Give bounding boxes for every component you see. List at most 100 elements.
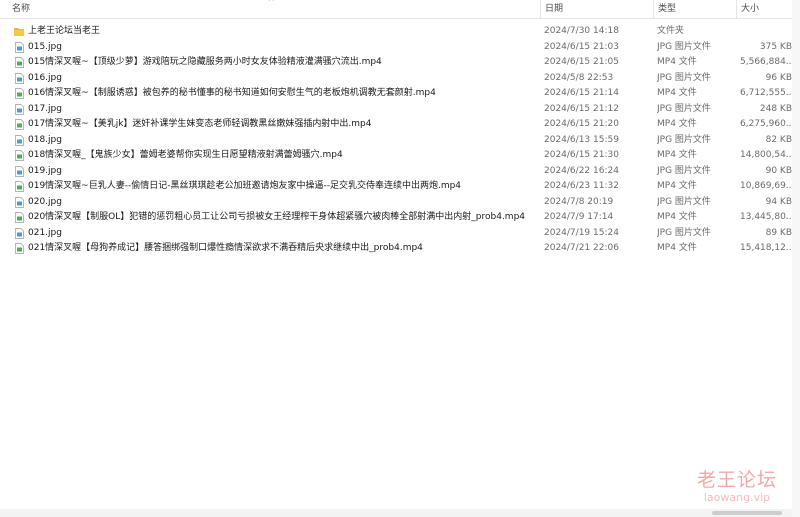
- file-size: 15,418,12...: [740, 243, 792, 253]
- mp4-file-icon: [14, 241, 24, 257]
- mp4-file-icon: [14, 148, 24, 164]
- file-name: 021情深叉喔【母狗养成记】腰答捆绑强制口爆性瘾情深欲求不满吞精后央求继续中出_…: [28, 243, 423, 253]
- jpg-file-icon: [14, 133, 24, 149]
- file-type: MP4 文件: [657, 181, 697, 191]
- file-size: 10,869,69...: [740, 181, 792, 191]
- file-row[interactable]: 上老王论坛当老王 2024/7/30 14:18 文件夹: [0, 24, 790, 40]
- file-row[interactable]: 015.jpg 2024/6/15 21:03 JPG 图片文件 375 KB: [0, 40, 792, 56]
- file-size: 90 KB: [765, 165, 792, 176]
- file-row[interactable]: 021.jpg 2024/7/19 15:24 JPG 图片文件 89 KB: [0, 226, 792, 242]
- file-name: 021.jpg: [28, 227, 62, 238]
- watermark-url: laowang.vip: [703, 491, 771, 504]
- file-row[interactable]: 021情深叉喔【母狗养成记】腰答捆绑强制口爆性瘾情深欲求不满吞精后央求继续中出_…: [0, 241, 792, 257]
- file-type: JPG 图片文件: [657, 165, 711, 176]
- column-header-date[interactable]: 日期: [540, 0, 653, 18]
- file-type: JPG 图片文件: [657, 41, 711, 52]
- file-type: JPG 图片文件: [657, 72, 711, 83]
- file-name: 017.jpg: [28, 103, 62, 114]
- file-list: 上老王论坛当老王 2024/7/30 14:18 文件夹 015.jpg 2024/6/…: [0, 24, 792, 257]
- horizontal-scrollbar-thumb[interactable]: [712, 511, 782, 515]
- file-name: 020情深叉喔【制服OL】犯错的惩罚粗心员工让公司亏损被女王经理榨干身体超紧骚穴…: [28, 212, 526, 222]
- file-type: JPG 图片文件: [657, 103, 711, 114]
- sort-ascending-icon: ^: [268, 0, 275, 6]
- file-row[interactable]: 018情深叉喔_【鬼族少女】蕾姆老婆帮你实现生日愿望精液射满蕾姆骚穴.mp4 20…: [0, 148, 792, 164]
- column-header-type[interactable]: 类型: [653, 0, 736, 18]
- file-name: 016情深叉喔~【制服诱惑】被包养的秘书懂事的秘书知道如何安慰生气的老板炮机调教…: [28, 88, 436, 98]
- watermark-text: 老王论坛: [696, 469, 777, 491]
- file-date: 2024/5/8 22:53: [544, 72, 614, 83]
- jpg-file-icon: [14, 71, 24, 87]
- file-type: JPG 图片文件: [657, 134, 711, 145]
- file-type: JPG 图片文件: [657, 227, 711, 238]
- column-header-size[interactable]: 大小: [736, 0, 792, 18]
- file-date: 2024/6/15 21:20: [544, 119, 619, 129]
- file-date: 2024/6/15 21:03: [544, 41, 619, 52]
- file-size: 82 KB: [765, 134, 792, 145]
- file-date: 2024/6/15 21:05: [544, 57, 619, 67]
- file-size: [740, 24, 792, 40]
- file-row[interactable]: 015情深叉喔~【顶级少萝】游戏陪玩之隐藏服务两小时女友体验精液灌满骚穴流出.m…: [0, 55, 792, 71]
- file-size: 13,445,80...: [740, 212, 792, 222]
- file-type: MP4 文件: [657, 243, 697, 253]
- file-size: 89 KB: [765, 227, 792, 238]
- jpg-file-icon: [14, 40, 24, 56]
- file-row[interactable]: 017情深叉喔~【美乳jk】迷奸补课学生妹变态老师轻调教黑丝嫩妹强插内射中出.m…: [0, 117, 792, 133]
- vertical-scrollbar[interactable]: [792, 0, 800, 517]
- file-date: 2024/6/22 16:24: [544, 165, 619, 176]
- file-size: 375 KB: [759, 41, 792, 52]
- mp4-file-icon: [14, 55, 24, 71]
- file-row[interactable]: 020.jpg 2024/7/8 20:19 JPG 图片文件 94 KB: [0, 195, 792, 211]
- file-name: 018情深叉喔_【鬼族少女】蕾姆老婆帮你实现生日愿望精液射满蕾姆骚穴.mp4: [28, 150, 343, 160]
- jpg-file-icon: [14, 195, 24, 211]
- file-name: 020.jpg: [28, 196, 62, 207]
- file-row[interactable]: 020情深叉喔【制服OL】犯错的惩罚粗心员工让公司亏损被女王经理榨干身体超紧骚穴…: [0, 210, 792, 226]
- file-row[interactable]: 017.jpg 2024/6/15 21:12 JPG 图片文件 248 KB: [0, 102, 792, 118]
- file-size: 248 KB: [759, 103, 792, 114]
- jpg-file-icon: [14, 102, 24, 118]
- file-name: 016.jpg: [28, 72, 62, 83]
- file-row[interactable]: 018.jpg 2024/6/13 15:59 JPG 图片文件 82 KB: [0, 133, 792, 149]
- jpg-file-icon: [14, 226, 24, 242]
- file-row[interactable]: 016情深叉喔~【制服诱惑】被包养的秘书懂事的秘书知道如何安慰生气的老板炮机调教…: [0, 86, 792, 102]
- horizontal-scrollbar[interactable]: [0, 509, 792, 517]
- file-size: 14,800,54...: [740, 150, 792, 160]
- file-name: 018.jpg: [28, 134, 62, 145]
- file-size: 6,275,960...: [740, 119, 792, 129]
- file-type: MP4 文件: [657, 88, 697, 98]
- file-date: 2024/7/8 20:19: [544, 196, 614, 207]
- file-type: MP4 文件: [657, 119, 697, 129]
- mp4-file-icon: [14, 179, 24, 195]
- file-type: MP4 文件: [657, 212, 697, 222]
- file-date: 2024/7/19 15:24: [544, 227, 619, 238]
- jpg-file-icon: [14, 164, 24, 180]
- file-type: JPG 图片文件: [657, 196, 711, 207]
- file-type: MP4 文件: [657, 57, 697, 67]
- file-date: 2024/6/15 21:30: [544, 150, 619, 160]
- mp4-file-icon: [14, 86, 24, 102]
- file-name: 017情深叉喔~【美乳jk】迷奸补课学生妹变态老师轻调教黑丝嫩妹强插内射中出.m…: [28, 119, 372, 129]
- file-size: 5,566,884...: [740, 57, 792, 67]
- mp4-file-icon: [14, 117, 24, 133]
- file-date: 2024/6/15 21:14: [544, 88, 619, 98]
- file-date: 2024/7/9 17:14: [544, 212, 614, 222]
- watermark: 老王论坛 laowang.vip: [692, 469, 782, 504]
- file-name: 019情深叉喔~巨乳人妻--偷情日记-黑丝琪琪趁老公加班邀请炮友家中操逼--足交…: [28, 181, 462, 191]
- file-type: 文件夹: [657, 26, 685, 36]
- file-date: 2024/7/30 14:18: [544, 26, 619, 36]
- file-name: 019.jpg: [28, 165, 62, 176]
- mp4-file-icon: [14, 210, 24, 226]
- file-date: 2024/6/23 11:32: [544, 181, 619, 191]
- file-row[interactable]: 019情深叉喔~巨乳人妻--偷情日记-黑丝琪琪趁老公加班邀请炮友家中操逼--足交…: [0, 179, 792, 195]
- file-date: 2024/6/13 15:59: [544, 134, 619, 145]
- file-date: 2024/7/21 22:06: [544, 243, 619, 253]
- file-size: 6,712,555...: [740, 88, 792, 98]
- file-row[interactable]: 019.jpg 2024/6/22 16:24 JPG 图片文件 90 KB: [0, 164, 792, 180]
- folder-icon: [14, 24, 24, 40]
- file-row[interactable]: 016.jpg 2024/5/8 22:53 JPG 图片文件 96 KB: [0, 71, 792, 87]
- column-header-bar: 名称 ^ 日期 类型 大小: [0, 0, 800, 19]
- file-name: 015情深叉喔~【顶级少萝】游戏陪玩之隐藏服务两小时女友体验精液灌满骚穴流出.m…: [28, 57, 382, 67]
- file-name: 015.jpg: [28, 41, 62, 52]
- file-date: 2024/6/15 21:12: [544, 103, 619, 114]
- file-size: 94 KB: [765, 196, 792, 207]
- file-size: 96 KB: [765, 72, 792, 83]
